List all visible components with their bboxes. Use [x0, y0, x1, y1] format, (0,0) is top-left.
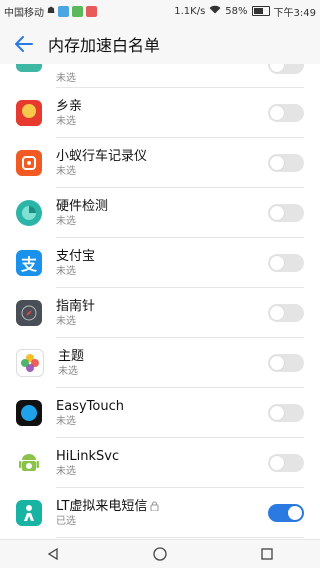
list-item: 主题 未选 [0, 338, 320, 388]
item-name: 主题 [58, 348, 85, 364]
item-name: 指南针 [56, 298, 96, 314]
alipay-icon: 支 [16, 250, 42, 276]
battery-percent: 58% [225, 5, 248, 17]
item-name: EasyTouch [56, 398, 124, 414]
item-name-row: LT虚拟来电短信 [56, 498, 268, 515]
item-status: 未选 [56, 115, 76, 127]
navigation-bar [0, 539, 320, 568]
app-notification-icon [58, 5, 70, 17]
whitelist-toggle[interactable] [268, 104, 304, 122]
list-item: LT虚拟来电短信 已选 [0, 488, 320, 538]
lock-icon [150, 501, 159, 511]
item-name: LT虚拟来电短信 [56, 498, 148, 514]
whitelist-toggle[interactable] [268, 304, 304, 322]
item-status: 未选 [56, 73, 76, 84]
item-status: 已选 [56, 515, 76, 527]
whitelist-toggle[interactable] [268, 64, 304, 74]
list-item: 未选 [0, 64, 320, 88]
status-bar: 中国移动 ☗ 1.1K/s 58% 下午3:49 [0, 0, 320, 22]
dashcam-app-icon [16, 150, 42, 176]
item-status: 未选 [56, 165, 76, 177]
whitelist-toggle[interactable] [268, 454, 304, 472]
app-notification-icon [86, 5, 98, 17]
battery-icon [251, 6, 270, 16]
nav-back-button[interactable] [33, 540, 73, 568]
item-name: 小蚁行车记录仪 [56, 148, 148, 164]
list-item: 指南针 未选 [0, 288, 320, 338]
item-status: 未选 [56, 215, 76, 227]
item-name: 乡亲 [56, 98, 83, 114]
item-status: 未选 [56, 265, 76, 277]
whitelist-toggle[interactable] [268, 154, 304, 172]
wifi-icon [209, 5, 221, 17]
app-notification-icon [72, 5, 84, 17]
back-arrow-icon [15, 36, 33, 52]
notification-icon: ☗ [47, 6, 56, 16]
partial-app-icon [16, 64, 42, 72]
lt-call-icon [16, 500, 42, 526]
list-item: 硬件检测 未选 [0, 188, 320, 238]
themes-icon [16, 349, 44, 377]
item-status: 未选 [56, 315, 76, 327]
carrier-label: 中国移动 [4, 7, 44, 19]
hardware-test-icon [16, 200, 42, 226]
nav-home-button[interactable] [140, 540, 180, 568]
list-item: EasyTouch 未选 [0, 388, 320, 438]
android-icon [16, 450, 42, 476]
clock: 下午3:49 [273, 7, 316, 19]
square-recents-icon [260, 548, 273, 560]
item-status: 未选 [58, 365, 78, 377]
app-list: 未选 乡亲 未选 小蚁行车记录仪 未选 硬件检测 未选 支 支付宝 未选 指南针… [0, 64, 320, 540]
item-status: 未选 [56, 465, 76, 477]
list-item: 小蚁行车记录仪 未选 [0, 138, 320, 188]
item-name: HiLinkSvc [56, 448, 120, 464]
item-name: 支付宝 [56, 248, 96, 264]
whitelist-toggle[interactable] [268, 254, 304, 272]
circle-home-icon [153, 547, 167, 561]
nav-recents-button[interactable] [247, 540, 287, 568]
list-item: 支 支付宝 未选 [0, 238, 320, 288]
xiangqin-app-icon [16, 100, 42, 126]
list-item: 乡亲 未选 [0, 88, 320, 138]
compass-icon [16, 300, 42, 326]
easytouch-icon [16, 400, 42, 426]
item-name: 硬件检测 [56, 198, 109, 214]
list-item: HiLinkSvc 未选 [0, 438, 320, 488]
whitelist-toggle[interactable] [268, 404, 304, 422]
triangle-back-icon [48, 548, 58, 560]
whitelist-toggle[interactable] [268, 354, 304, 372]
whitelist-toggle[interactable] [268, 504, 304, 522]
back-button[interactable] [0, 22, 48, 66]
app-bar: 内存加速白名单 [0, 22, 320, 66]
page-title: 内存加速白名单 [48, 36, 161, 55]
item-status: 未选 [56, 415, 76, 427]
whitelist-toggle[interactable] [268, 204, 304, 222]
network-speed: 1.1K/s [174, 5, 206, 17]
